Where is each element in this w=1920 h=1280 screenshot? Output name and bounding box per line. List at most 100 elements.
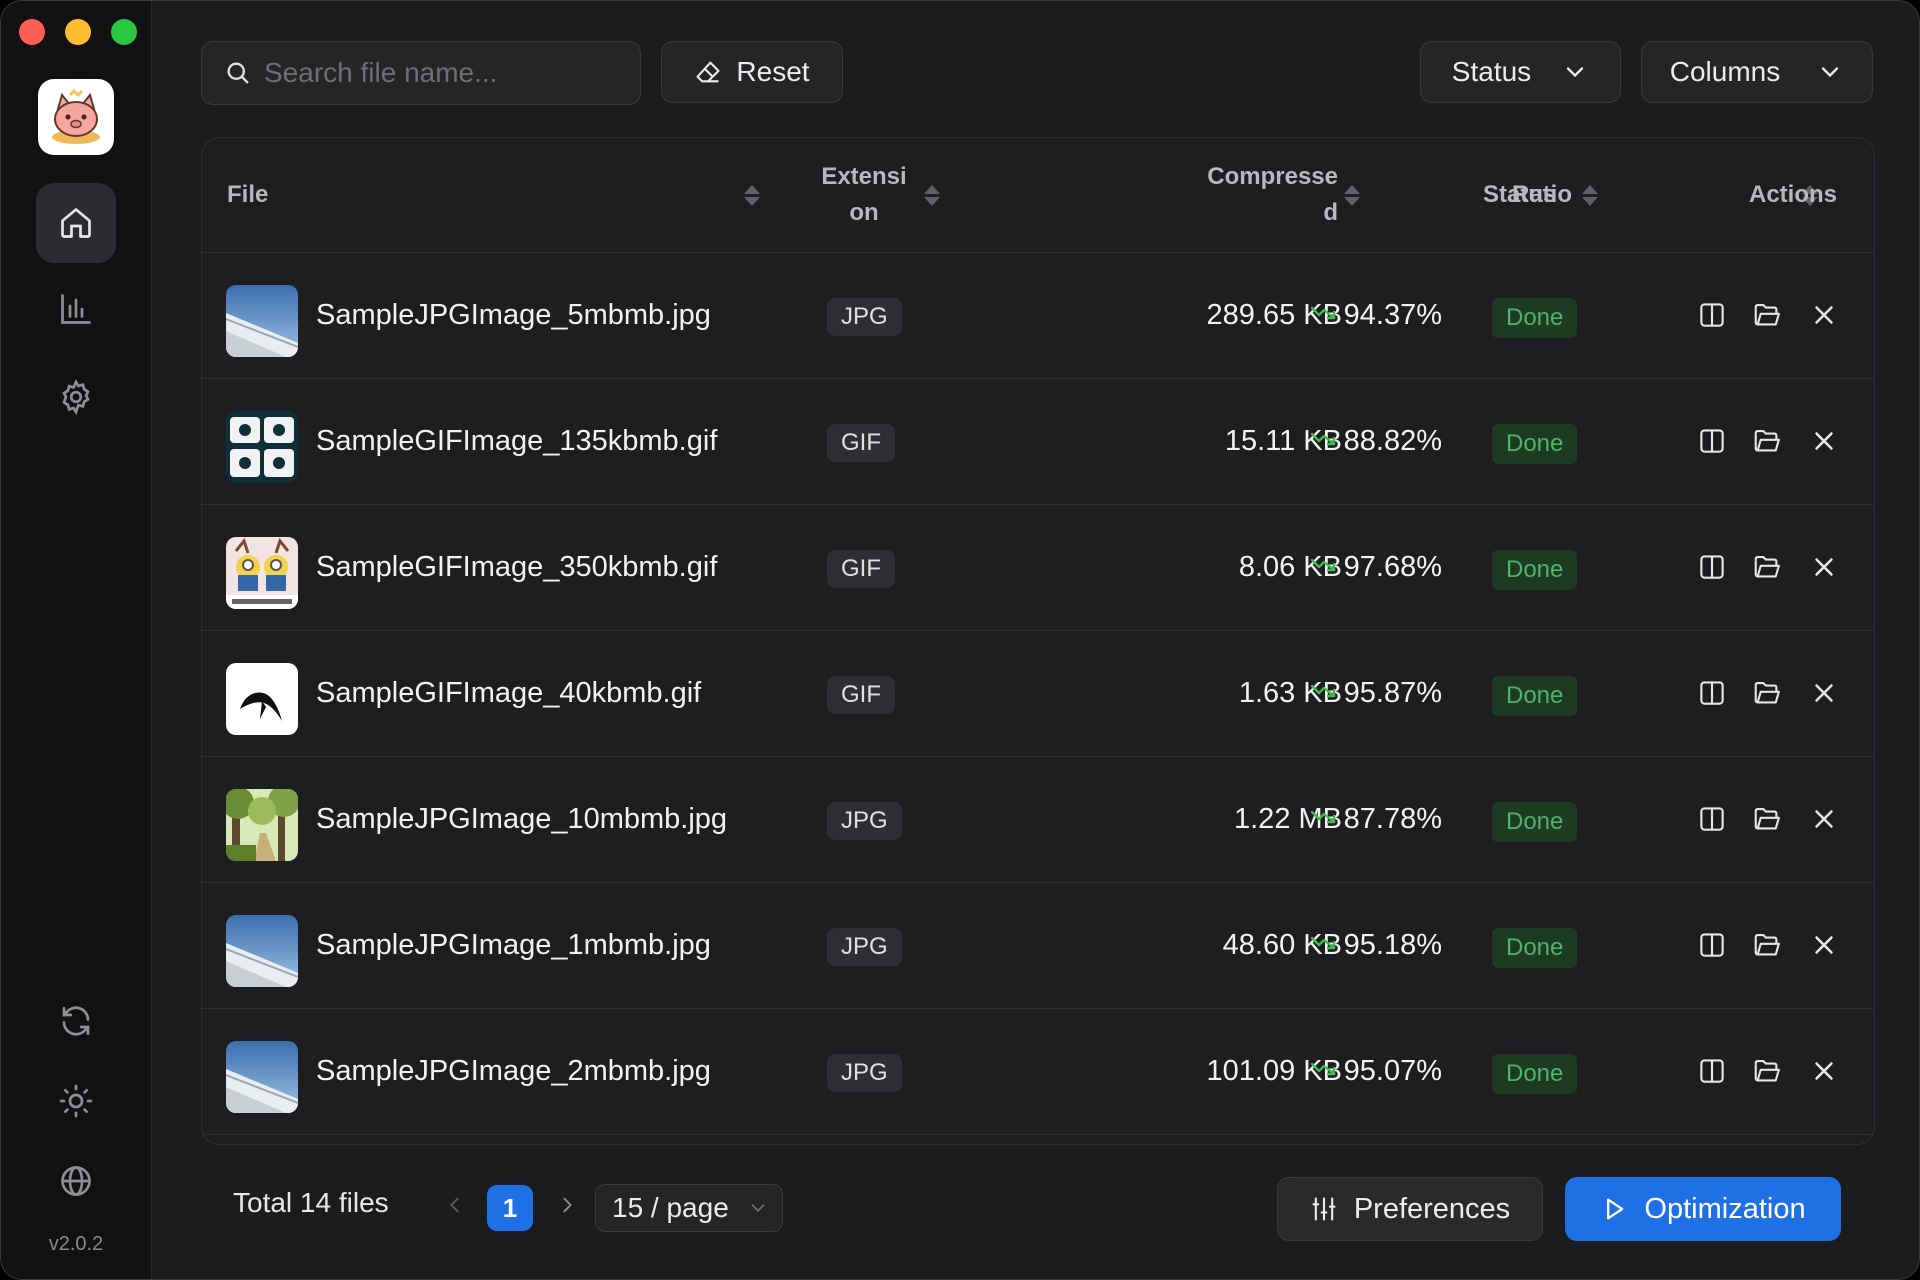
sun-icon [59,1084,93,1118]
status-filter-label: Status [1451,56,1532,87]
file-name: SampleGIFImage_40kbmb.gif [316,676,702,709]
column-header-extension[interactable]: Extensi on [814,138,914,252]
extension-badge: JPG [827,298,902,336]
file-name: SampleJPGImage_1mbmb.jpg [316,928,711,961]
remove-file-button[interactable] [1806,549,1842,585]
sort-icon [1582,184,1598,206]
remove-file-button[interactable] [1806,297,1842,333]
compare-button[interactable] [1694,549,1730,585]
search-box[interactable] [201,41,641,105]
page-size-label: 15 / page [612,1192,729,1223]
table-row[interactable]: SampleJPGImage_5mbmb.jpg JPG 289.65 KB 94.3… [202,252,1874,379]
remove-file-button[interactable] [1806,1053,1842,1089]
open-folder-button[interactable] [1749,801,1785,837]
split-view-icon [1697,1056,1727,1086]
file-thumbnail [226,663,298,735]
window-maximize-button[interactable] [111,19,137,45]
table-row[interactable]: SampleGIFImage_135kbmb.gif GIF 15.11 KB 88.… [202,378,1874,505]
table-row[interactable]: SampleGIFImage_350kbmb.gif GIF 8.06 KB 97.6… [202,504,1874,631]
remove-file-button[interactable] [1806,423,1842,459]
nav-settings-button[interactable] [36,357,116,437]
split-view-icon [1697,300,1727,330]
eraser-icon [696,61,720,83]
compare-button[interactable] [1694,801,1730,837]
ratio-value: 94.37% [1343,298,1442,331]
column-header-compressed-label: Compresse [1207,163,1338,190]
table-header: File Extensi on Compresse d Ratio Status… [202,138,1874,253]
close-icon [1809,300,1839,330]
columns-label: Columns [1669,56,1781,87]
trend-down-icon [1310,803,1338,836]
remove-file-button[interactable] [1806,927,1842,963]
app-window: v2.0.2 Reset Status Columns File [0,0,1920,1280]
window-close-button[interactable] [19,19,45,45]
page-size-select[interactable]: 15 / page [595,1184,783,1232]
split-view-icon [1697,930,1727,960]
close-icon [1809,678,1839,708]
chevron-down-icon [751,1204,765,1213]
ratio-value: 97.68% [1343,550,1442,583]
status-filter-dropdown[interactable]: Status [1420,41,1621,103]
next-page-button[interactable] [553,1191,581,1219]
open-folder-button[interactable] [1749,1053,1785,1089]
remove-file-button[interactable] [1806,801,1842,837]
folder-open-icon [1752,426,1782,456]
sort-extension-button[interactable] [924,138,940,252]
nav-home-button[interactable] [36,183,116,263]
open-folder-button[interactable] [1749,549,1785,585]
search-input[interactable] [262,56,626,90]
close-icon [1809,426,1839,456]
sort-file-button[interactable] [744,138,760,252]
table-row[interactable]: SampleJPGImage_2mbmb.jpg JPG 101.09 KB 95.0… [202,1008,1874,1135]
column-header-file[interactable]: File [227,138,268,252]
column-header-status[interactable]: Status [1483,138,1556,252]
open-folder-button[interactable] [1749,297,1785,333]
table-row[interactable]: SampleJPGImage_10mbmb.jpg JPG 1.22 MB 87.78… [202,756,1874,883]
table-row[interactable]: SampleGIFImage_40kbmb.gif GIF 1.63 KB 95.87… [202,630,1874,757]
sort-ratio-button[interactable] [1582,138,1598,252]
extension-badge: GIF [827,676,895,714]
sort-compressed-button[interactable] [1344,138,1360,252]
prev-page-button[interactable] [441,1191,469,1219]
compression-ratio: 88.82% [1310,378,1442,504]
folder-open-icon [1752,678,1782,708]
compression-ratio: 95.18% [1310,882,1442,1008]
columns-dropdown[interactable]: Columns [1641,41,1873,103]
close-icon [1809,930,1839,960]
status-badge: Done [1492,424,1578,464]
sync-button[interactable] [36,981,116,1061]
compare-button[interactable] [1694,423,1730,459]
open-folder-button[interactable] [1749,423,1785,459]
theme-toggle-button[interactable] [36,1061,116,1141]
extension-badge: JPG [827,1054,902,1092]
compare-button[interactable] [1694,675,1730,711]
split-view-icon [1697,804,1727,834]
compare-button[interactable] [1694,1053,1730,1089]
window-minimize-button[interactable] [65,19,91,45]
open-folder-button[interactable] [1749,675,1785,711]
split-view-icon [1697,678,1727,708]
compare-button[interactable] [1694,297,1730,333]
ratio-value: 95.07% [1343,1054,1442,1087]
compare-button[interactable] [1694,927,1730,963]
optimization-button[interactable]: Optimization [1565,1177,1841,1241]
open-folder-button[interactable] [1749,927,1785,963]
file-thumbnail [226,915,298,987]
file-thumbnail [226,1041,298,1113]
preferences-button[interactable]: Preferences [1277,1177,1543,1241]
page-1-button[interactable]: 1 [487,1185,533,1231]
compression-ratio: 95.07% [1310,1008,1442,1134]
status-badge: Done [1492,1054,1578,1094]
trend-down-icon [1310,425,1338,458]
file-thumbnail [226,411,298,483]
remove-file-button[interactable] [1806,675,1842,711]
reset-button[interactable]: Reset [661,41,843,103]
file-name: SampleJPGImage_2mbmb.jpg [316,1054,711,1087]
table-row[interactable]: SampleJPGImage_1mbmb.jpg JPG 48.60 KB 95.18… [202,882,1874,1009]
bar-chart-icon [61,294,91,324]
language-button[interactable] [36,1141,116,1221]
home-icon [61,208,91,238]
column-header-file-label: File [227,181,269,208]
column-header-compressed[interactable]: Compresse d [992,138,1338,252]
nav-stats-button[interactable] [36,269,116,349]
